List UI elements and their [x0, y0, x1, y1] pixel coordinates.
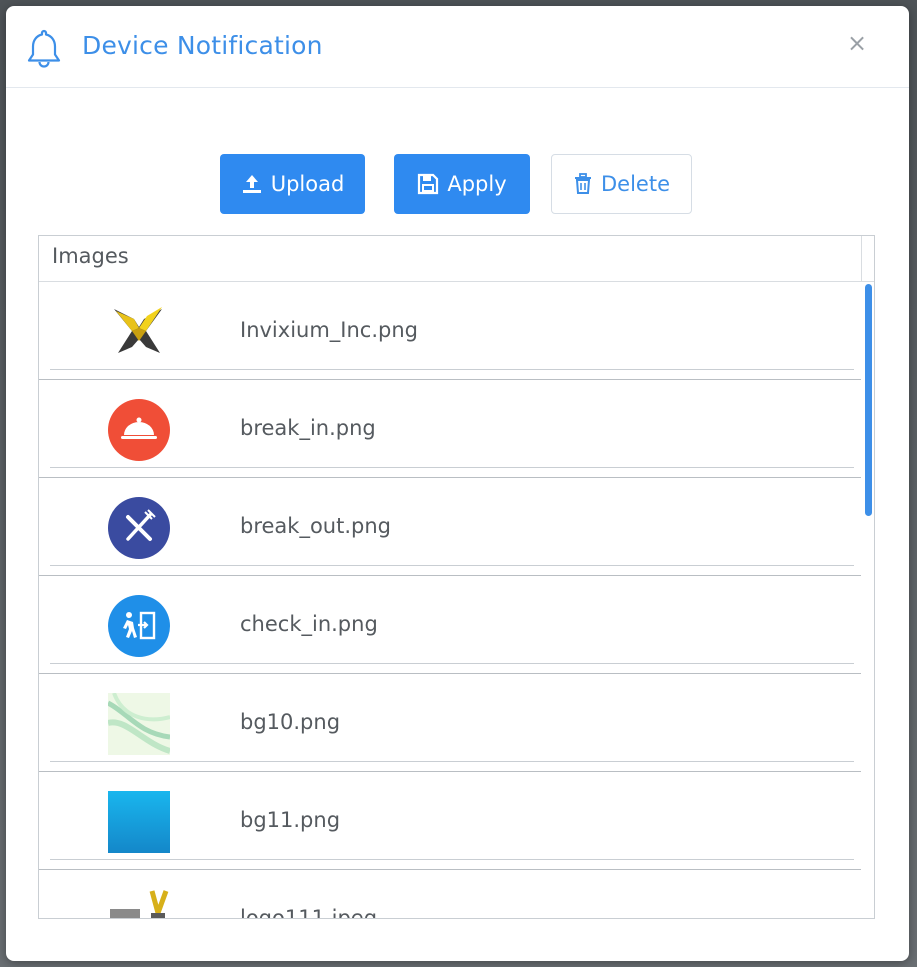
scrollbar-thumb[interactable] [865, 284, 872, 516]
row-divider [50, 369, 854, 370]
table-row[interactable]: Invixium_Inc.png [39, 282, 861, 380]
table-row[interactable]: check_in.png [39, 576, 861, 674]
file-name: break_out.png [240, 514, 391, 538]
row-divider [50, 761, 854, 762]
table-row[interactable]: break_out.png [39, 478, 861, 576]
header-divider [861, 236, 862, 282]
table-body: Invixium_Inc.png break_in.png break_out.… [39, 282, 861, 919]
row-divider [50, 859, 854, 860]
delete-button-label: Delete [601, 172, 670, 196]
file-name: logo111.jpeg [240, 906, 378, 919]
delete-button[interactable]: Delete [551, 154, 692, 214]
row-divider [50, 467, 854, 468]
device-notification-dialog: Device Notification × Upload Apply Delet… [6, 6, 909, 961]
trash-icon [575, 173, 591, 194]
save-icon [418, 173, 439, 195]
invixium-logo-icon [108, 301, 170, 363]
upload-button-label: Upload [270, 172, 345, 196]
images-table: Images Invixium_Inc.png break_in.png bre… [38, 235, 875, 919]
close-icon[interactable]: × [844, 30, 870, 56]
row-divider [50, 663, 854, 664]
abstract-green-bg-thumbnail [106, 692, 171, 755]
dialog-header: Device Notification × [6, 6, 909, 88]
blue-gradient-bg-thumbnail [108, 791, 170, 853]
table-row[interactable]: bg10.png [39, 674, 861, 772]
bell-icon [26, 28, 62, 68]
table-header: Images [39, 236, 874, 282]
file-name: bg10.png [240, 710, 341, 734]
row-divider [50, 565, 854, 566]
logo-thumbnail [108, 889, 170, 918]
upload-icon [242, 175, 261, 193]
file-name: bg11.png [240, 808, 341, 832]
file-name: break_in.png [240, 416, 376, 440]
dialog-title: Device Notification [82, 31, 323, 60]
table-row[interactable]: logo111.jpeg [39, 870, 861, 919]
file-name: Invixium_Inc.png [240, 318, 418, 342]
column-header-images: Images [52, 244, 129, 268]
table-row[interactable]: break_in.png [39, 380, 861, 478]
apply-button[interactable]: Apply [394, 154, 530, 214]
upload-button[interactable]: Upload [220, 154, 365, 214]
table-row[interactable]: bg11.png [39, 772, 861, 870]
apply-button-label: Apply [447, 172, 507, 196]
food-cloche-icon [108, 399, 170, 461]
check-in-door-icon [108, 595, 170, 657]
file-name: check_in.png [240, 612, 378, 636]
fork-knife-icon [108, 497, 170, 559]
